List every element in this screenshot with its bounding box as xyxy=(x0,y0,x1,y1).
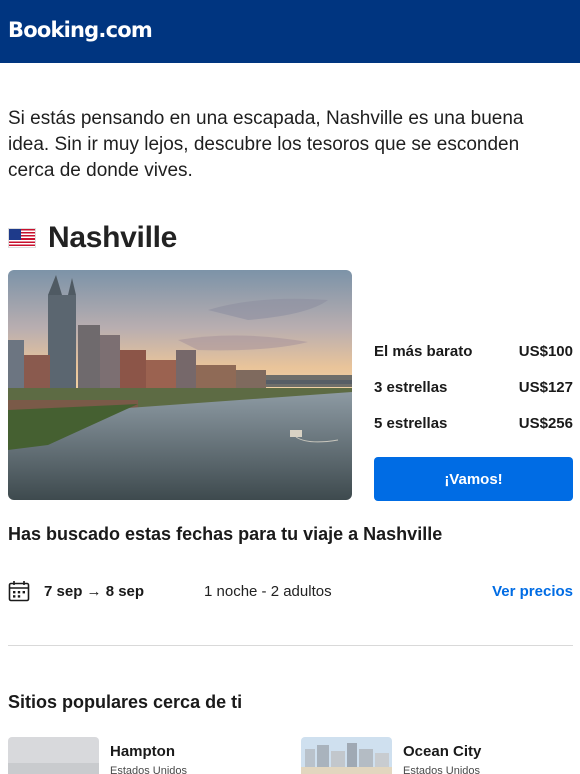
destination-name: Nashville xyxy=(48,221,178,254)
search-dates-row: 7 sep → 8 sep 1 noche - 2 adultos Ver pr… xyxy=(8,578,573,604)
place-name: Ocean City xyxy=(403,743,482,760)
price-list: El más barato US$100 3 estrellas US$127 … xyxy=(374,333,573,441)
date-range: 7 sep → 8 sep xyxy=(44,582,145,600)
place-country: Estados Unidos xyxy=(403,765,481,774)
price-label: 3 estrellas xyxy=(374,378,448,396)
calendar-icon xyxy=(8,581,30,602)
search-dates-title: Has buscado estas fechas para tu viaje a… xyxy=(8,524,443,544)
price-value: US$127 xyxy=(518,378,573,396)
price-value: US$256 xyxy=(518,414,573,432)
price-row-5-stars: 5 estrellas US$256 xyxy=(374,405,573,441)
ver-precios-link[interactable]: Ver precios xyxy=(492,583,573,600)
price-value: US$100 xyxy=(518,342,573,360)
place-info: Ocean City Estados Unidos xyxy=(403,737,481,774)
header-bar: Booking.com xyxy=(0,0,580,63)
price-label: 5 estrellas xyxy=(374,414,448,432)
place-name: Hampton xyxy=(110,743,175,760)
price-label: El más barato xyxy=(374,342,473,360)
price-row-cheapest: El más barato US$100 xyxy=(374,333,573,369)
popular-places-title: Sitios populares cerca de ti xyxy=(8,692,243,712)
guests-summary: 1 noche - 2 adultos xyxy=(204,582,332,600)
booking-logo[interactable]: Booking.com xyxy=(8,18,580,42)
intro-text: Si estás pensando en una escapada, Nashv… xyxy=(8,108,524,181)
place-thumbnail xyxy=(301,737,392,774)
place-country: Estados Unidos xyxy=(110,765,188,774)
place-card-ocean-city[interactable]: Ocean City Estados Unidos xyxy=(301,737,481,774)
vamos-button[interactable]: ¡Vamos! xyxy=(374,457,573,501)
section-divider xyxy=(8,645,573,646)
place-thumbnail xyxy=(8,737,99,774)
place-info: Hampton Estados Unidos xyxy=(110,737,187,774)
us-flag-icon xyxy=(8,228,36,248)
destination-photo[interactable] xyxy=(8,270,352,500)
price-row-3-stars: 3 estrellas US$127 xyxy=(374,369,573,405)
place-card-hampton[interactable]: Hampton Estados Unidos xyxy=(8,737,187,774)
destination-heading: Nashville xyxy=(8,220,177,256)
